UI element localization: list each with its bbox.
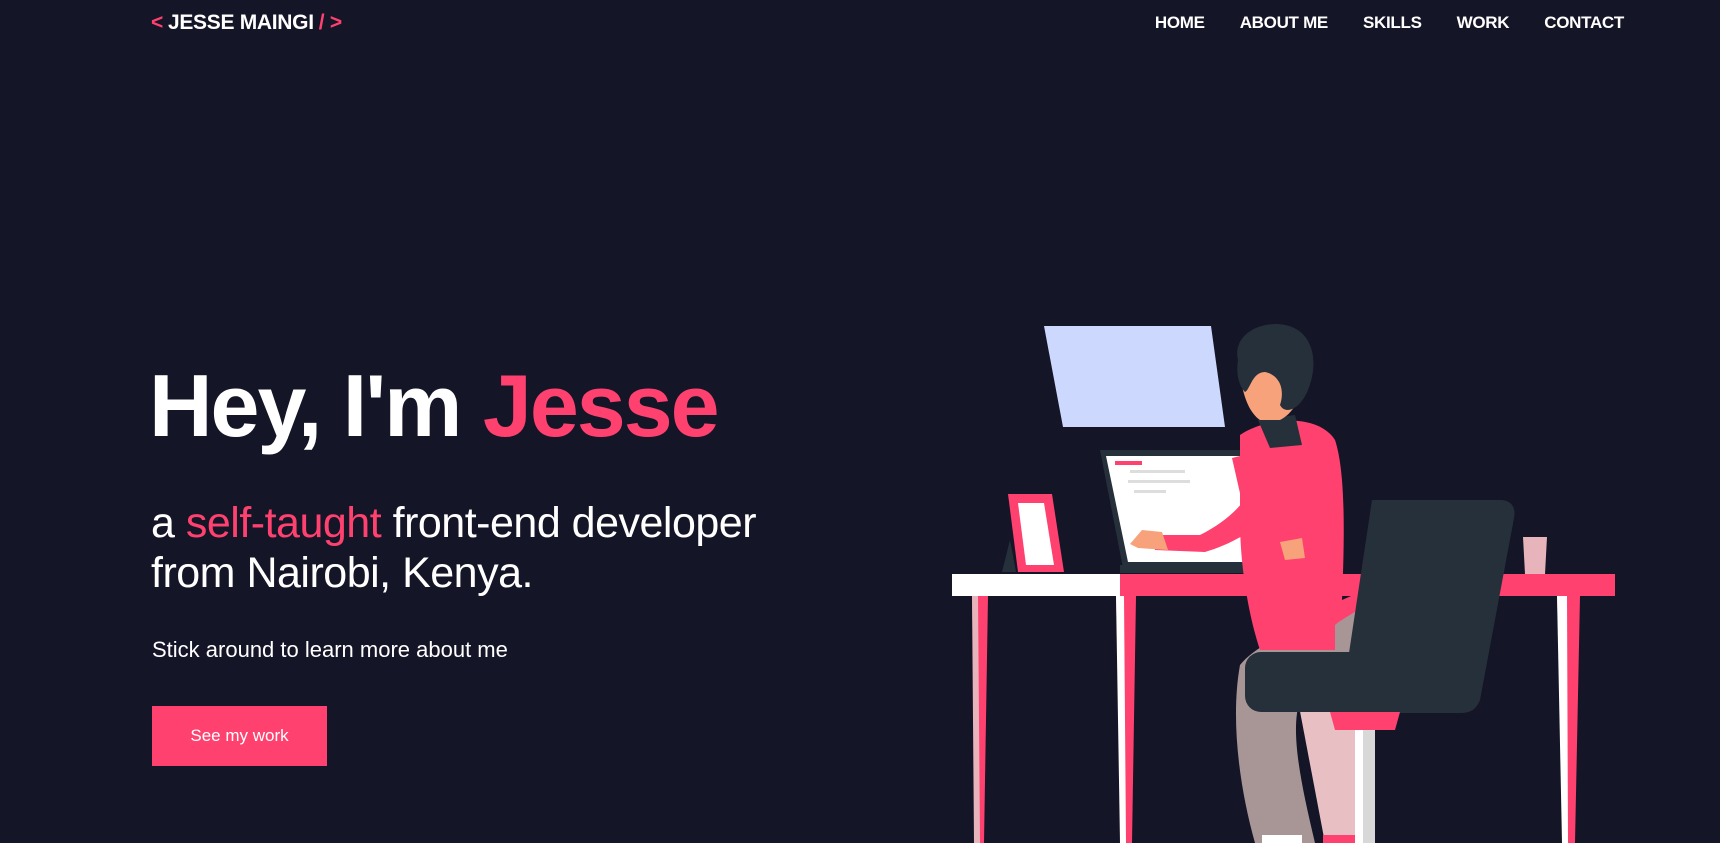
laptop-line-3 bbox=[1134, 490, 1166, 493]
person-sock bbox=[1262, 835, 1302, 843]
hero-sub-rest: front-end developer bbox=[392, 499, 757, 547]
nav-home[interactable]: HOME bbox=[1155, 13, 1205, 33]
main-nav: HOME ABOUT ME SKILLS WORK CONTACT bbox=[1155, 13, 1624, 33]
hero-sub-prefix: a bbox=[151, 499, 175, 547]
logo-open-bracket: < bbox=[151, 11, 163, 34]
nav-skills[interactable]: SKILLS bbox=[1363, 13, 1422, 33]
hero-name: Jesse bbox=[482, 356, 720, 455]
frame-stand bbox=[1002, 540, 1016, 572]
desk-leg-3-shade bbox=[1557, 596, 1568, 843]
chair-stem-highlight bbox=[1355, 730, 1363, 843]
developer-at-desk-illustration bbox=[952, 324, 1615, 843]
monitor-screen bbox=[1044, 326, 1225, 427]
logo-name: JESSE MAINGI bbox=[167, 11, 314, 34]
chair-seat bbox=[1245, 652, 1460, 712]
site-logo[interactable]: < JESSE MAINGI / > bbox=[151, 11, 342, 35]
desk-top-left bbox=[952, 574, 1120, 596]
see-my-work-button[interactable]: See my work bbox=[152, 706, 327, 766]
nav-contact[interactable]: CONTACT bbox=[1544, 13, 1624, 33]
hero-subtitle: a self-taught front-end developer from N… bbox=[151, 498, 851, 598]
hero-greeting: Hey, I'm bbox=[149, 356, 462, 455]
hero-title: Hey, I'm Jesse bbox=[149, 362, 720, 450]
hero-sub-highlight: self-taught bbox=[185, 499, 382, 547]
laptop-screen-accent bbox=[1115, 461, 1142, 465]
laptop-line-2 bbox=[1128, 480, 1190, 483]
nav-about-me[interactable]: ABOUT ME bbox=[1240, 13, 1329, 33]
hero-note: Stick around to learn more about me bbox=[152, 637, 508, 662]
laptop-line-1 bbox=[1130, 470, 1185, 473]
logo-close-bracket: / > bbox=[318, 11, 342, 34]
hero-sub-line2: from Nairobi, Kenya. bbox=[151, 549, 533, 597]
chair-base bbox=[1330, 712, 1400, 730]
nav-work[interactable]: WORK bbox=[1457, 13, 1510, 33]
cup bbox=[1523, 537, 1547, 574]
page: < JESSE MAINGI / > HOME ABOUT ME SKILLS … bbox=[0, 0, 1720, 843]
